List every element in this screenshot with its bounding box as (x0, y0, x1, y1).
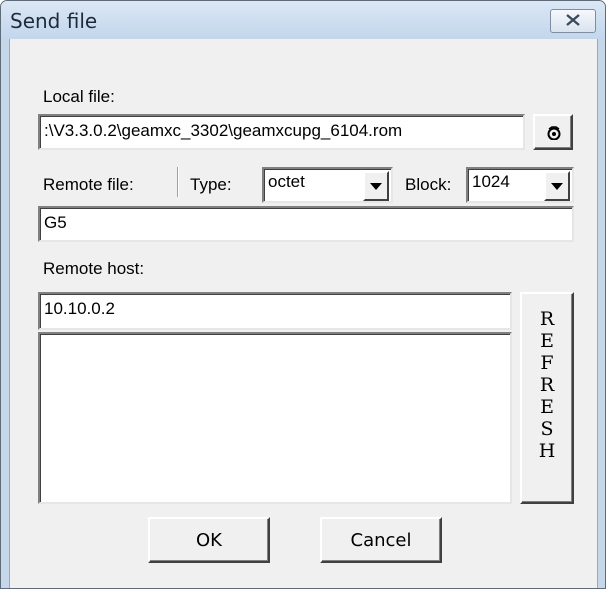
browse-button[interactable] (533, 114, 573, 150)
block-select[interactable]: 1024 (466, 167, 574, 203)
send-file-dialog: Send file Local file: :\V3.3.0.2\geamxc_… (0, 0, 606, 589)
local-file-input[interactable]: :\V3.3.0.2\geamxc_3302\geamxcupg_6104.ro… (38, 114, 525, 150)
block-label: Block: (405, 175, 452, 194)
cancel-button[interactable]: Cancel (320, 517, 442, 563)
remote-host-input[interactable]: 10.10.0.2 (38, 292, 512, 330)
remote-host-label: Remote host: (43, 259, 145, 278)
block-selected: 1024 (472, 172, 510, 191)
remote-file-value: G5 (44, 213, 67, 232)
remote-file-label: Remote file: (43, 175, 134, 194)
ok-button-label: OK (196, 530, 222, 551)
cancel-button-label: Cancel (350, 530, 412, 551)
type-selected: octet (268, 172, 305, 191)
refresh-button[interactable]: R E F R E S H (520, 292, 574, 504)
close-button[interactable] (550, 9, 596, 33)
ok-button[interactable]: OK (148, 517, 270, 563)
title-bar[interactable]: Send file (1, 1, 605, 39)
type-label: Type: (190, 175, 232, 194)
window-title: Send file (10, 9, 98, 33)
type-dropdown-button[interactable] (363, 171, 389, 201)
remote-host-value: 10.10.0.2 (44, 299, 115, 318)
block-dropdown-button[interactable] (544, 171, 570, 201)
close-icon (566, 14, 580, 26)
remote-host-list[interactable] (38, 332, 512, 504)
separator (177, 167, 179, 197)
local-file-value: :\V3.3.0.2\geamxc_3302\geamxcupg_6104.ro… (44, 121, 403, 140)
refresh-label: R E F R E S H (538, 308, 556, 462)
browse-icon (547, 126, 561, 140)
dialog-body: Local file: :\V3.3.0.2\geamxc_3302\geamx… (9, 39, 598, 588)
remote-file-input[interactable]: G5 (38, 206, 574, 242)
type-select[interactable]: octet (262, 167, 393, 203)
local-file-label: Local file: (43, 87, 115, 106)
